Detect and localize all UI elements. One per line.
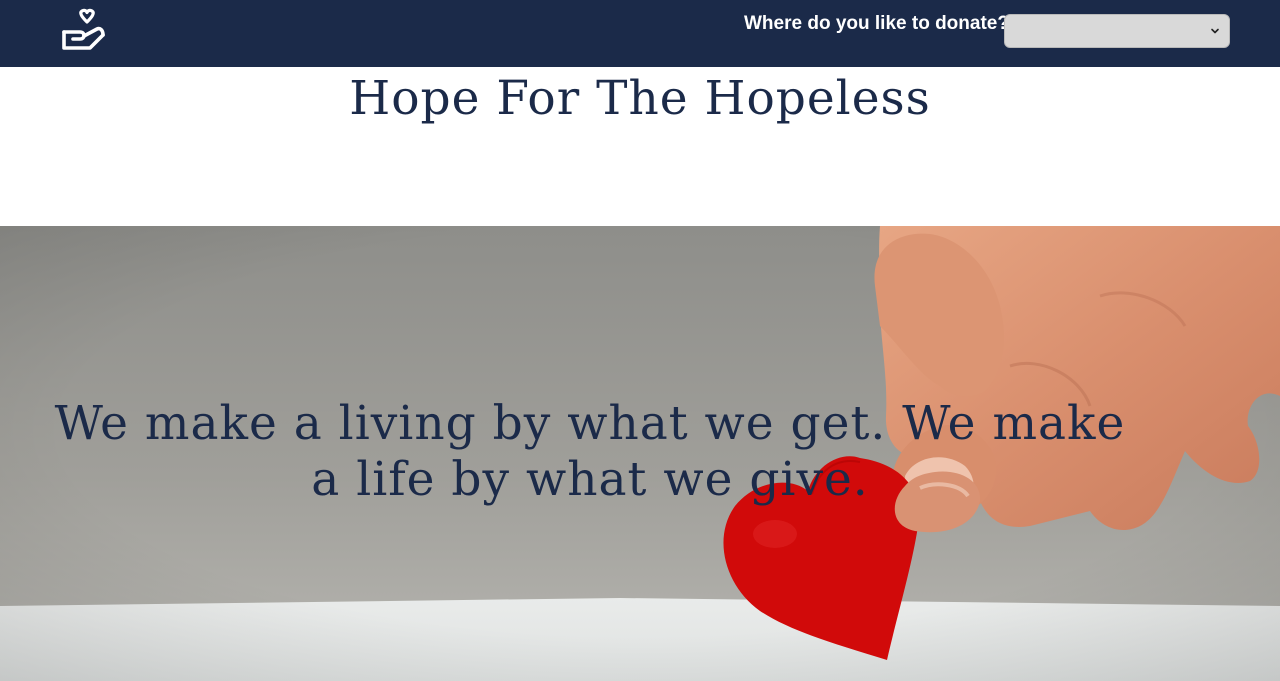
title-section: Hope For The Hopeless <box>0 67 1280 226</box>
top-navigation-bar: Where do you like to donate? <box>0 0 1280 67</box>
chevron-down-icon <box>1211 28 1219 34</box>
hero-banner: We make a living by what we get. We make… <box>0 226 1280 681</box>
logo[interactable] <box>60 8 106 52</box>
page-title: Hope For The Hopeless <box>349 71 931 126</box>
hand-heart-icon <box>62 8 105 50</box>
donation-target-select[interactable] <box>1004 14 1230 48</box>
hero-quote: We make a living by what we get. We make… <box>54 396 1126 507</box>
donate-prompt-label: Where do you like to donate? <box>744 13 1009 34</box>
